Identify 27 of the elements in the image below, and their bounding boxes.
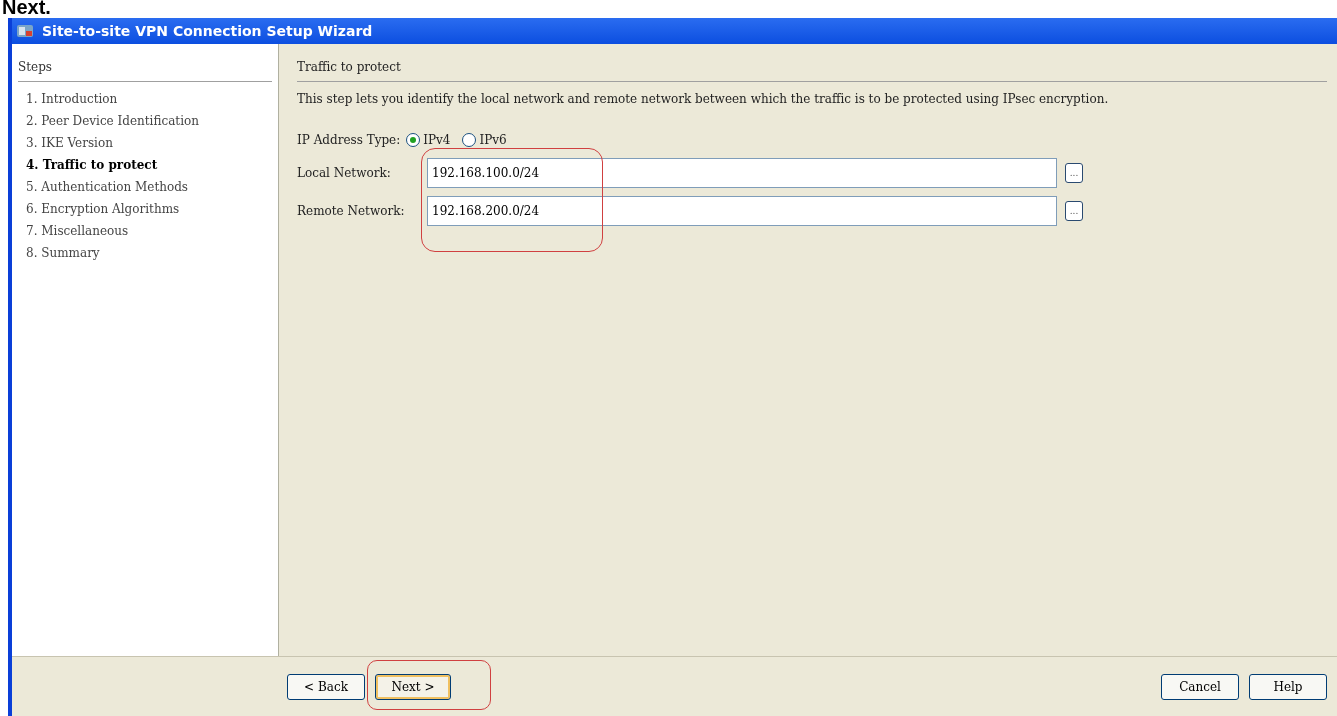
field-label: IP Address Type: <box>297 132 401 149</box>
step-item: 8. Summary <box>25 245 101 262</box>
browse-button[interactable]: ... <box>1065 163 1083 183</box>
step-item: 7. Miscellaneous <box>25 223 130 240</box>
step-item: 2. Peer Device Identification <box>25 113 200 130</box>
network-input[interactable]: 192.168.100.0/24 <box>427 158 1057 188</box>
wizard-button[interactable]: Next > <box>375 673 451 700</box>
app-icon <box>16 23 34 39</box>
browse-button[interactable]: ... <box>1065 201 1083 221</box>
window-title: Site-to-site VPN Connection Setup Wizard <box>42 21 373 41</box>
section-heading: Traffic to protect <box>297 58 1327 82</box>
step-item: 1. Introduction <box>25 91 119 108</box>
step-item: 3. IKE Version <box>25 135 114 152</box>
field-label: Remote Network: <box>297 203 406 220</box>
steps-heading: Steps <box>18 58 272 82</box>
step-item: 5. Authentication Methods <box>25 179 189 196</box>
description-text: This step lets you identify the local network and remote network between which the traffic is to be protected using IPsec encryption. <box>297 91 1110 108</box>
wizard-button[interactable]: Cancel <box>1161 673 1239 700</box>
page-caption: Next. <box>2 0 51 18</box>
field-label: Local Network: <box>297 165 392 182</box>
network-input[interactable]: 192.168.200.0/24 <box>427 196 1057 226</box>
step-item: 6. Encryption Algorithms <box>25 201 181 218</box>
step-item: 4. Traffic to protect <box>25 157 159 174</box>
radio-option[interactable]: IPv4 <box>406 131 451 149</box>
radio-option[interactable]: IPv6 <box>462 131 507 149</box>
wizard-button[interactable]: Help <box>1249 673 1327 700</box>
wizard-button[interactable]: < Back <box>287 673 365 700</box>
